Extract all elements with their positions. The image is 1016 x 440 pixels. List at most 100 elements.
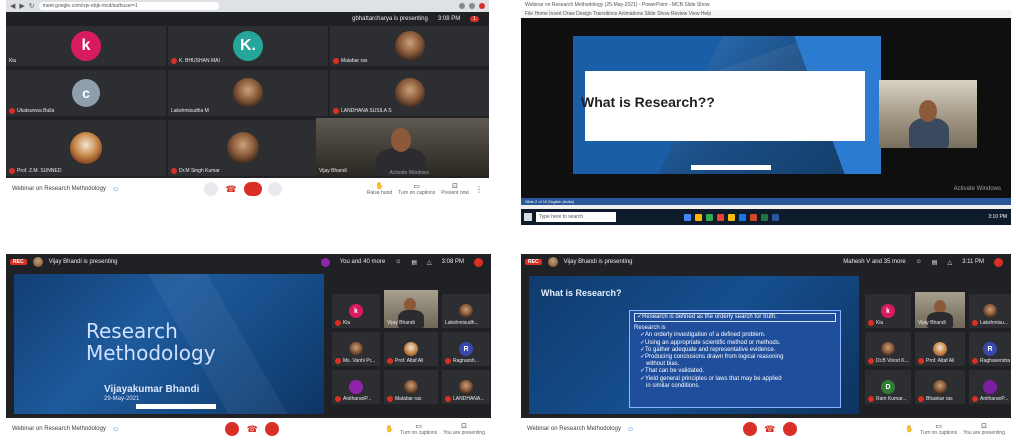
profile-icon[interactable] xyxy=(994,257,1003,267)
powerpoint-window: Webinar on Research Methodology (25-May-… xyxy=(521,0,1011,225)
chat-icon[interactable]: ▤ xyxy=(932,259,938,266)
raise-hand-button[interactable]: ✋ Raise hand xyxy=(367,182,392,196)
participant-tile[interactable]: k Kiu xyxy=(332,294,380,328)
participant-tile[interactable]: Dr.M Singh Kumar xyxy=(168,120,318,176)
people-icon[interactable]: ☺ xyxy=(916,259,922,265)
word-icon[interactable] xyxy=(772,213,779,221)
participant-tile[interactable]: Bhaskar ras xyxy=(915,370,965,404)
participant-tile[interactable]: Prof. Altaf Ali xyxy=(915,332,965,366)
participant-tile[interactable]: Malabar ras xyxy=(330,26,489,66)
camera-button[interactable] xyxy=(267,182,282,196)
taskbar-clock[interactable]: 3:10 PM xyxy=(988,214,1011,220)
presenting-button[interactable]: ⊡ You are presenting xyxy=(443,422,485,436)
taskbar-search[interactable]: Type here to search xyxy=(536,212,616,222)
participant-tile[interactable]: k Kiu xyxy=(6,26,166,66)
mic-off-button[interactable] xyxy=(225,422,240,436)
participant-tile[interactable]: AnitharanP... xyxy=(969,370,1011,404)
meet-bottom-bar: Webinar on Research Methodology ☺ ☎ ✋ ▭ T… xyxy=(521,418,1011,440)
excel-icon[interactable] xyxy=(761,213,768,221)
participant-tile[interactable]: Lakshmisudh... xyxy=(442,294,490,328)
activities-icon[interactable]: △ xyxy=(947,259,952,266)
participant-tile[interactable]: k Kiu xyxy=(865,294,911,328)
participant-tile[interactable]: R Ragnarsh... xyxy=(442,332,490,366)
avatar xyxy=(394,78,425,108)
taskbar-app-icon[interactable] xyxy=(695,213,702,221)
participant-tile[interactable]: D Ram Kumar... xyxy=(865,370,911,404)
present-button[interactable]: ⊡ Present now xyxy=(441,182,469,196)
participant-name: AnitharanP... xyxy=(972,396,1008,402)
presenter-camera-tile[interactable]: Vijay Bhandi xyxy=(384,290,438,328)
mic-off-button[interactable] xyxy=(742,422,757,436)
more-options-icon[interactable]: ⋮ xyxy=(475,185,483,194)
participant-tile[interactable]: R Raghavendra xyxy=(969,332,1011,366)
back-icon[interactable]: ◀ xyxy=(10,2,15,10)
captions-button[interactable]: ▭ Turn on captions xyxy=(398,182,435,196)
participant-tile[interactable]: Ms. Vanhi Pr... xyxy=(332,332,380,366)
user-avatar xyxy=(320,257,330,267)
presenting-button[interactable]: ⊡ You are presenting xyxy=(963,422,1005,436)
research-point: ✓An orderly investigation of a defined p… xyxy=(640,332,766,339)
participant-tile[interactable]: LANDHANA... xyxy=(442,370,490,404)
taskbar-app-icon[interactable] xyxy=(728,213,735,221)
camera-off-button[interactable] xyxy=(782,422,797,436)
ribbon-menu[interactable]: File Home Insert Draw Design Transitions… xyxy=(521,10,1011,18)
forward-icon[interactable]: ▶ xyxy=(19,2,24,10)
extension-icon[interactable] xyxy=(469,3,475,9)
participant-tile[interactable]: AnitharanP... xyxy=(332,370,380,404)
taskbar-app-icon[interactable] xyxy=(717,213,724,221)
people-icon[interactable]: ☺ xyxy=(112,426,119,433)
participant-tile[interactable]: c Ukatsunwa Bulla xyxy=(6,70,166,116)
participant-tile[interactable]: Lakshmisudha M xyxy=(168,70,328,116)
raise-hand-button[interactable]: ✋ xyxy=(385,425,394,433)
participants-count: You and 40 more xyxy=(339,259,386,265)
meeting-title[interactable]: Webinar on Research Methodology xyxy=(12,426,106,432)
person-head xyxy=(391,128,411,152)
profile-icon[interactable] xyxy=(479,3,485,9)
participant-tile[interactable]: Malabar ras xyxy=(384,370,438,404)
avatar: c xyxy=(72,79,100,107)
browser-chrome: ◀ ▶ ↻ meet.google.com/rqv-ebjk-mcd/authu… xyxy=(6,0,489,12)
window-title: Webinar on Research Methodology (25-May-… xyxy=(521,0,1011,10)
captions-button[interactable]: ▭ Turn on captions xyxy=(920,422,957,436)
presenter-camera-tile[interactable]: Vijay Bhandi xyxy=(915,292,965,328)
chat-icon[interactable]: ▤ xyxy=(411,259,417,266)
research-point: ✓Producing conclusions drawn from logica… xyxy=(640,354,784,361)
presenter-camera-tile[interactable]: Vijay Bhandi xyxy=(316,118,489,176)
presenter-camera-tile[interactable] xyxy=(879,80,977,148)
meeting-title[interactable]: Webinar on Research Methodology xyxy=(527,426,621,432)
address-bar[interactable]: meet.google.com/rqv-ebjk-mcd/authuser=1 xyxy=(38,2,219,10)
participant-tile[interactable]: Dr.B Vinod K... xyxy=(865,332,911,366)
participant-tile[interactable]: K. K. BHUSHAN MAI xyxy=(168,26,328,66)
slide-show-stage: What is Research?? Activate Windows xyxy=(521,18,1011,198)
captions-button[interactable]: ▭ Turn on captions xyxy=(400,422,437,436)
mic-off-icon xyxy=(333,108,339,114)
taskbar-app-icon[interactable] xyxy=(684,213,691,221)
hangup-icon[interactable]: ☎ xyxy=(224,182,238,196)
rec-badge: REC xyxy=(10,259,27,265)
meeting-title[interactable]: Webinar on Research Methodology xyxy=(12,186,106,192)
reload-icon[interactable]: ↻ xyxy=(29,2,35,10)
raise-hand-button[interactable]: ✋ xyxy=(905,425,914,433)
participant-tile[interactable]: LANDHANA SUSILA S xyxy=(330,70,489,116)
participant-tile[interactable]: Prof. Altaf Ali xyxy=(384,332,438,366)
research-point: ✓Using an appropriate scientific method … xyxy=(640,339,781,346)
taskbar-app-icon[interactable] xyxy=(739,213,746,221)
participant-tile[interactable]: Lakshmisu... xyxy=(969,294,1011,328)
notification-badge[interactable]: 1 xyxy=(470,16,479,22)
mic-button[interactable] xyxy=(203,182,218,196)
windows-start-icon[interactable] xyxy=(524,213,532,221)
extension-icon[interactable] xyxy=(459,3,465,9)
people-icon[interactable]: ☺ xyxy=(627,426,634,433)
hangup-icon[interactable]: ☎ xyxy=(763,422,777,436)
people-icon[interactable]: ☺ xyxy=(395,259,401,265)
powerpoint-icon[interactable] xyxy=(750,213,757,221)
participant-tile[interactable]: Prof. Z.M. SUNNED xyxy=(6,120,166,176)
people-icon[interactable]: ☺ xyxy=(112,186,119,193)
profile-icon[interactable] xyxy=(474,257,483,267)
hangup-icon[interactable]: ☎ xyxy=(245,422,259,436)
camera-off-button[interactable] xyxy=(265,422,280,436)
avatar xyxy=(227,132,259,164)
taskbar-app-icon[interactable] xyxy=(706,213,713,221)
end-call-button[interactable] xyxy=(243,182,262,196)
activities-icon[interactable]: △ xyxy=(427,259,432,266)
